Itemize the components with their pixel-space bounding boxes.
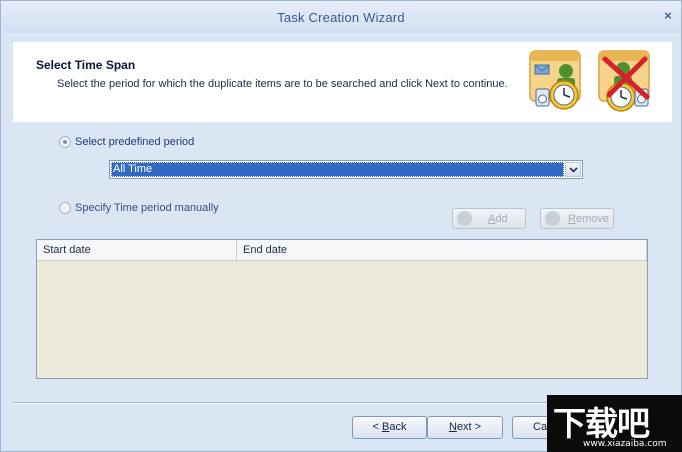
wizard-header: Select Time Span Select the period for w…: [13, 42, 672, 122]
calendar-user-delete-icon: [598, 50, 650, 112]
close-icon[interactable]: ×: [661, 8, 675, 24]
add-button[interactable]: Add: [452, 208, 526, 229]
calendar-users-clock-icon: [529, 50, 581, 110]
window-title: Task Creation Wizard: [277, 10, 405, 25]
back-button[interactable]: < Back: [352, 416, 427, 439]
add-icon: [457, 211, 472, 226]
wizard-window: Task Creation Wizard × Select Time Span …: [0, 0, 682, 452]
predefined-period-option[interactable]: Select predefined period: [59, 136, 194, 148]
add-button-label: A: [488, 212, 496, 225]
column-header-start-date[interactable]: Start date: [37, 240, 237, 261]
watermark-text: 下载吧: [553, 404, 650, 443]
remove-button[interactable]: Remove: [540, 208, 614, 229]
table-header: Start date End date: [37, 240, 647, 261]
remove-icon: [545, 211, 560, 226]
watermark-logo: 下载吧 www.xiazaiba.com: [547, 395, 682, 452]
period-select[interactable]: All Time: [109, 160, 583, 179]
predefined-period-radio[interactable]: [59, 136, 71, 148]
time-period-table[interactable]: Start date End date: [36, 239, 648, 379]
period-select-value: All Time: [111, 162, 564, 177]
column-header-end-date[interactable]: End date: [237, 240, 647, 261]
manual-period-option[interactable]: Specify Time period manually: [59, 202, 219, 214]
watermark-url: www.xiazaiba.com: [583, 439, 667, 449]
remove-button-label: R: [568, 212, 576, 225]
manual-period-label: Specify Time period manually: [75, 202, 219, 214]
manual-period-radio[interactable]: [59, 202, 71, 214]
title-bar[interactable]: Task Creation Wizard ×: [1, 1, 681, 33]
page-title: Select Time Span: [36, 58, 136, 72]
predefined-period-label: Select predefined period: [75, 136, 195, 148]
chevron-down-icon[interactable]: [565, 162, 581, 177]
next-button[interactable]: Next >: [427, 416, 503, 439]
page-description: Select the period for which the duplicat…: [57, 78, 508, 90]
